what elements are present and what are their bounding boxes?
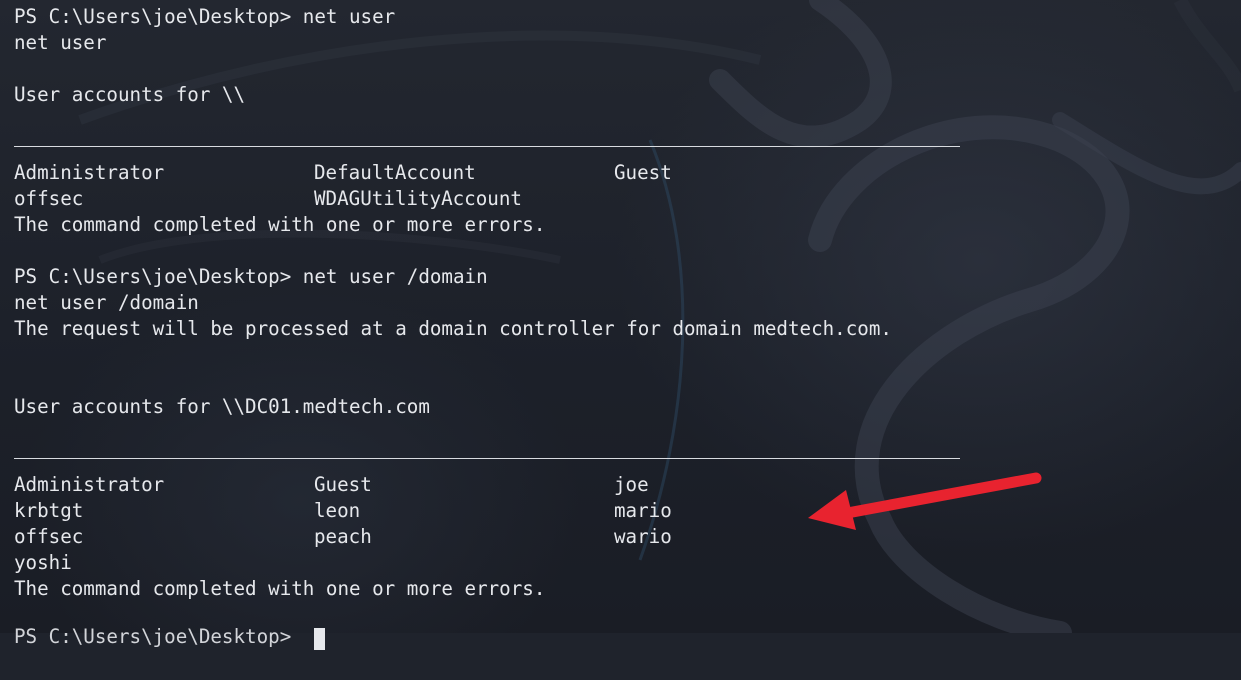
red-arrow-annotation [808, 472, 1042, 530]
